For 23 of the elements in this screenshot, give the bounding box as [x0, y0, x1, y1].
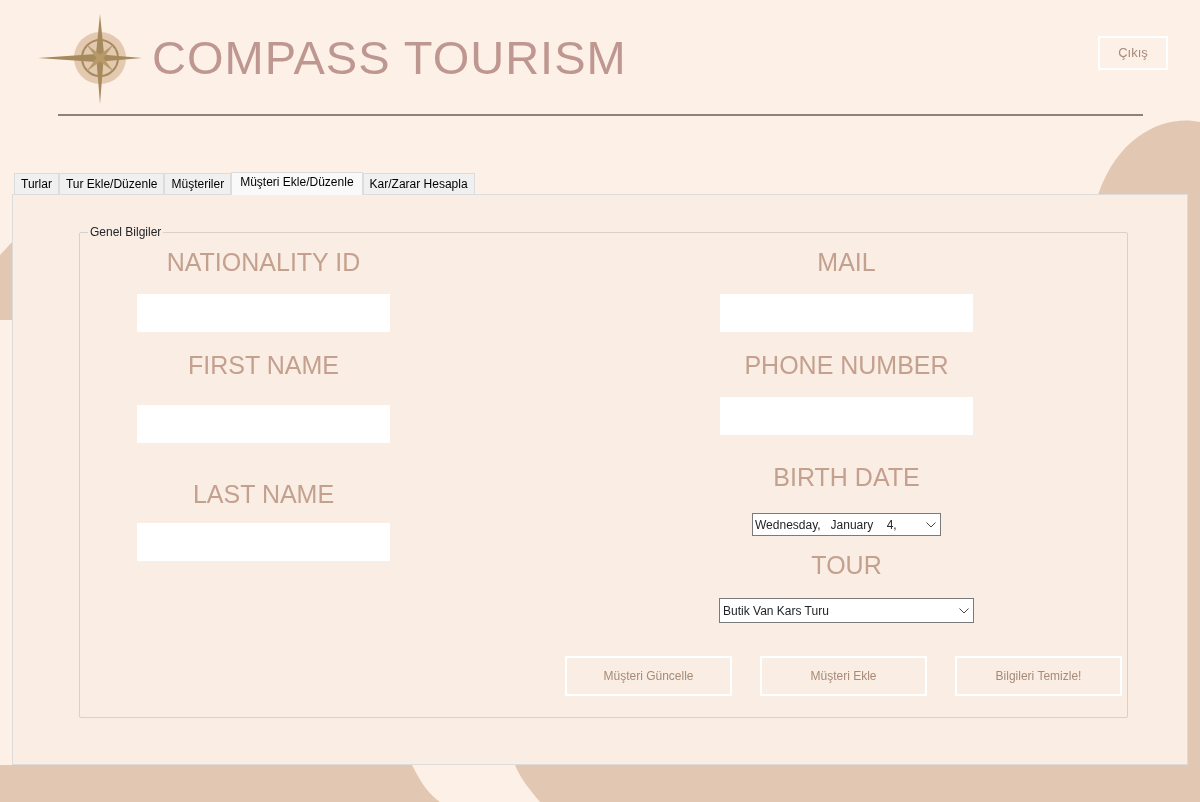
field-label: MAIL	[816, 247, 877, 278]
field-label: NATIONALITY ID	[165, 247, 362, 278]
tab[interactable]: Müşteri Ekle/Düzenle	[231, 172, 363, 195]
tab[interactable]: Turlar	[14, 173, 59, 194]
chevron-down-icon	[959, 607, 969, 614]
field-label: TOUR	[810, 550, 883, 581]
field-label: FIRST NAME	[187, 350, 340, 381]
field-label: LAST NAME	[191, 479, 336, 510]
tab[interactable]: Müşteriler	[164, 173, 232, 194]
field-label: BIRTH DATE	[772, 462, 921, 493]
chevron-down-icon	[926, 521, 936, 528]
group-title: Genel Bilgiler	[88, 224, 164, 240]
input-field[interactable]	[137, 405, 390, 443]
input-field[interactable]	[137, 523, 390, 561]
field-label: PHONE NUMBER	[743, 350, 950, 381]
tab[interactable]: Kar/Zarar Hesapla	[362, 173, 475, 194]
input-field[interactable]	[137, 294, 390, 332]
tab[interactable]: Tur Ekle/Düzenle	[58, 173, 165, 194]
tour-dropdown[interactable]: Butik Van Kars Turu	[719, 598, 974, 623]
app-title: COMPASS TOURISM	[152, 30, 627, 86]
date-picker[interactable]: Wednesday, January 4,	[752, 513, 941, 536]
input-field[interactable]	[720, 397, 973, 435]
input-field[interactable]	[720, 294, 973, 332]
